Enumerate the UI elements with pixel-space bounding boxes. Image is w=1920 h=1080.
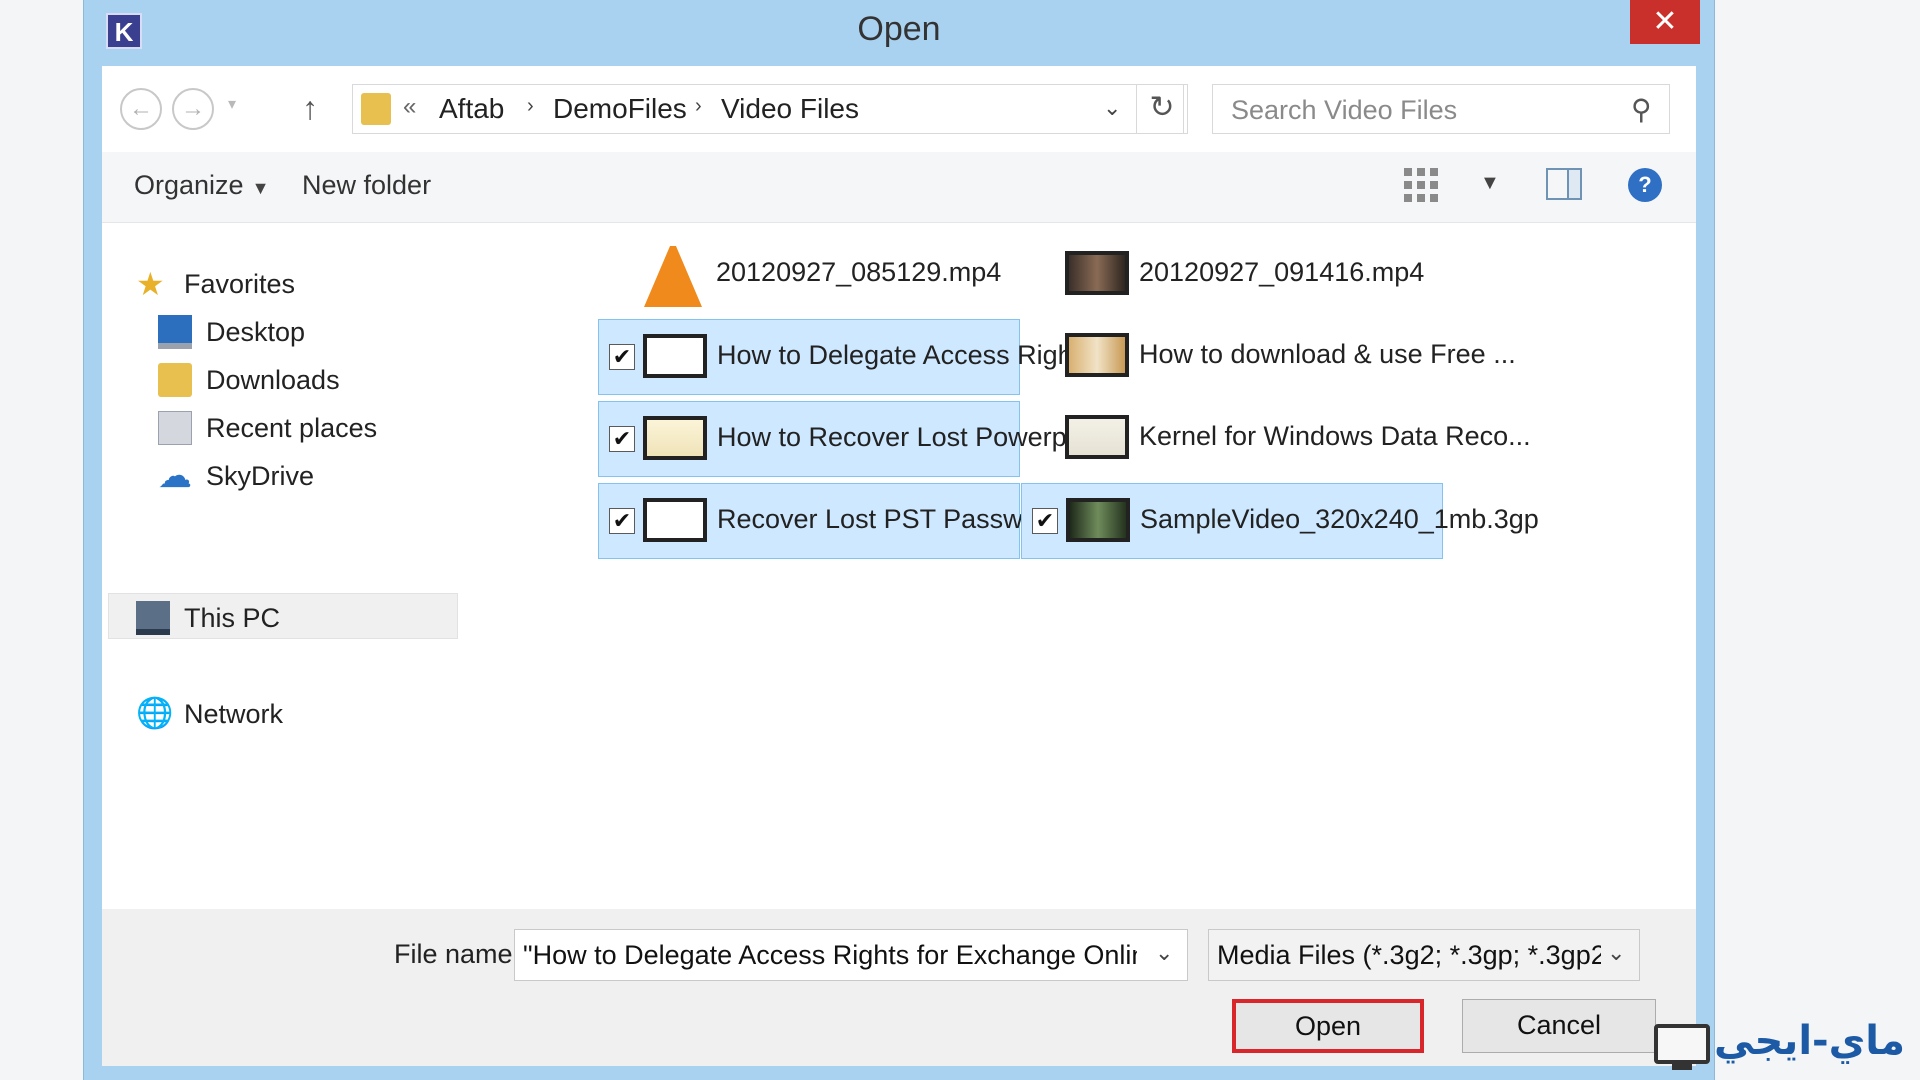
file-type-select[interactable]: Media Files (*.3g2; *.3gp; *.3gp2 ⌄ xyxy=(1208,929,1640,981)
file-name-combobox[interactable]: "How to Delegate Access Rights for Excha… xyxy=(514,929,1188,981)
sidebar-item-label: Network xyxy=(184,699,284,729)
help-icon[interactable]: ? xyxy=(1628,168,1662,202)
organize-label: Organize xyxy=(134,170,244,200)
monitor-icon xyxy=(1654,1024,1710,1064)
open-dialog: K Open ✕ ← → ▾ ↑ « Aftab › DemoFiles › V… xyxy=(84,0,1714,1080)
checkbox-checked[interactable]: ✔ xyxy=(609,344,635,370)
dialog-client-area: ← → ▾ ↑ « Aftab › DemoFiles › Video File… xyxy=(102,66,1696,1066)
desktop-icon xyxy=(158,315,192,349)
monitor-stand xyxy=(1672,1064,1692,1070)
breadcrumb-video-files[interactable]: Video Files xyxy=(721,93,859,125)
new-folder-button[interactable]: New folder xyxy=(302,170,431,201)
file-item-selected[interactable]: ✔ SampleVideo_320x240_1mb.3gp xyxy=(1021,483,1539,559)
video-thumbnail xyxy=(643,416,707,460)
file-name: Kernel for Windows Data Reco... xyxy=(1139,421,1531,451)
checkbox-checked[interactable]: ✔ xyxy=(609,426,635,452)
vlc-cone-icon xyxy=(644,239,702,307)
cloud-icon: ☁ xyxy=(158,457,192,495)
file-name-input[interactable]: "How to Delegate Access Rights for Excha… xyxy=(523,940,1137,971)
video-thumbnail xyxy=(1065,333,1129,377)
file-item[interactable]: 20120927_091416.mp4 xyxy=(1021,237,1443,313)
file-name: 20120927_085129.mp4 xyxy=(716,257,1002,287)
recent-places-icon xyxy=(158,411,192,445)
breadcrumb-separator[interactable]: › xyxy=(695,95,702,118)
breadcrumb-aftab[interactable]: Aftab xyxy=(439,93,504,125)
close-button[interactable]: ✕ xyxy=(1630,0,1700,44)
star-icon: ★ xyxy=(136,266,165,302)
breadcrumb-demofiles[interactable]: DemoFiles xyxy=(553,93,687,125)
checkbox-checked[interactable]: ✔ xyxy=(1032,508,1058,534)
preview-pane-icon[interactable] xyxy=(1546,168,1582,200)
recent-locations-dropdown[interactable]: ▾ xyxy=(228,94,236,114)
navigation-pane: ★ Favorites Desktop Downloads Recent pla… xyxy=(102,223,479,909)
refresh-button[interactable]: ↻ xyxy=(1136,84,1188,134)
dialog-title: Open xyxy=(857,10,941,48)
dialog-footer: File name: "How to Delegate Access Right… xyxy=(102,909,1696,1066)
view-options-dropdown[interactable]: ▼ xyxy=(1480,172,1500,195)
sidebar-item-label: Recent places xyxy=(206,413,378,443)
video-thumbnail xyxy=(643,498,707,542)
chevron-down-icon[interactable]: ⌄ xyxy=(1607,940,1625,966)
organize-button[interactable]: Organize ▼ xyxy=(134,170,269,201)
back-button[interactable]: ← xyxy=(120,88,162,130)
open-button[interactable]: Open xyxy=(1232,999,1424,1053)
desktop-background-right xyxy=(1714,0,1920,1080)
sidebar-item-label: SkyDrive xyxy=(206,461,315,491)
search-box[interactable]: Search Video Files ⚲ xyxy=(1212,84,1670,134)
title-bar[interactable]: K Open ✕ xyxy=(84,0,1714,66)
watermark-logo: ماي-ايجي xyxy=(1654,1018,1920,1080)
computer-icon xyxy=(136,601,170,635)
checkbox-checked[interactable]: ✔ xyxy=(609,508,635,534)
search-input[interactable]: Search Video Files xyxy=(1231,95,1457,126)
cancel-button[interactable]: Cancel xyxy=(1462,999,1656,1053)
video-thumbnail xyxy=(1066,498,1130,542)
forward-button[interactable]: → xyxy=(172,88,214,130)
file-name: SampleVideo_320x240_1mb.3gp xyxy=(1140,504,1539,534)
sidebar-item-label: This PC xyxy=(184,603,281,633)
file-item[interactable]: Kernel for Windows Data Reco... xyxy=(1021,401,1531,477)
file-item-selected[interactable]: ✔ How to Delegate Access Rights... xyxy=(598,319,1116,395)
video-thumbnail xyxy=(643,334,707,378)
file-item[interactable]: How to download & use Free ... xyxy=(1021,319,1516,395)
video-thumbnail xyxy=(1065,251,1129,295)
breadcrumb-separator[interactable]: › xyxy=(527,95,534,118)
file-item[interactable]: 20120927_085129.mp4 xyxy=(598,237,1020,313)
video-thumbnail xyxy=(1065,415,1129,459)
sidebar-item-label: Favorites xyxy=(184,269,296,299)
file-name: How to download & use Free ... xyxy=(1139,339,1516,369)
search-icon[interactable]: ⚲ xyxy=(1631,93,1652,126)
file-type-value: Media Files (*.3g2; *.3gp; *.3gp2 xyxy=(1217,940,1601,970)
sidebar-item-label: Downloads xyxy=(206,365,340,395)
address-dropdown-icon[interactable]: ⌄ xyxy=(1103,95,1121,121)
caret-down-icon: ▼ xyxy=(251,178,270,198)
sidebar-item-label: Desktop xyxy=(206,317,306,347)
file-name: 20120927_091416.mp4 xyxy=(1139,257,1425,287)
up-one-level-button[interactable]: ↑ xyxy=(302,90,318,127)
file-item-selected[interactable]: ✔ Recover Lost PST Password wit... xyxy=(598,483,1125,559)
file-item-selected[interactable]: ✔ How to Recover Lost Powerpoi... xyxy=(598,401,1110,477)
network-globe-icon: 🌐 xyxy=(136,697,174,730)
navigation-bar: ← → ▾ ↑ « Aftab › DemoFiles › Video File… xyxy=(102,66,1696,152)
chevron-down-icon[interactable]: ⌄ xyxy=(1155,940,1173,966)
breadcrumb-overflow[interactable]: « xyxy=(403,93,416,121)
downloads-folder-icon xyxy=(158,363,192,397)
file-list: 20120927_085129.mp4 20120927_091416.mp4 … xyxy=(478,223,1696,909)
change-view-icon[interactable] xyxy=(1404,168,1440,204)
command-toolbar: Organize ▼ New folder ▼ ? xyxy=(102,152,1696,223)
watermark-text: ماي-ايجي xyxy=(1714,1018,1906,1064)
desktop-background-left xyxy=(0,0,84,1080)
address-bar[interactable]: « Aftab › DemoFiles › Video Files ⌄ xyxy=(352,84,1184,134)
folder-icon xyxy=(361,93,391,125)
file-name-label: File name: xyxy=(394,939,521,969)
